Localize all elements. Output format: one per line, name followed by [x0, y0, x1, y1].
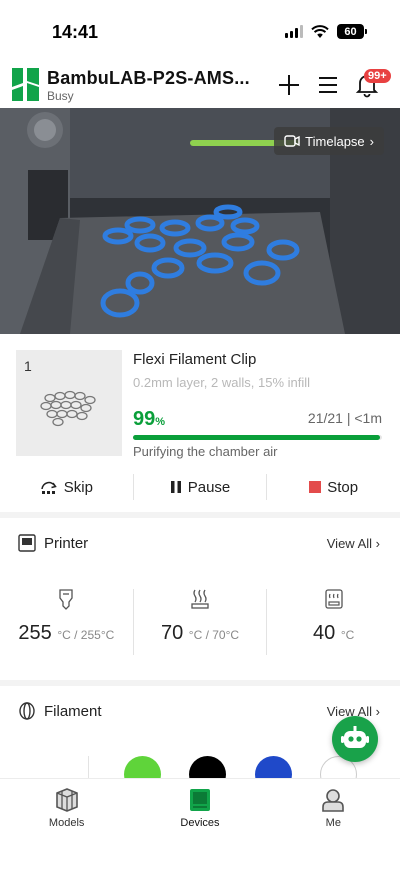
status-time: 14:41 [52, 22, 99, 42]
timelapse-button[interactable]: Timelapse › [274, 127, 384, 155]
profile-icon [322, 789, 345, 812]
job-stage: Purifying the chamber air [133, 444, 278, 459]
printer-section-title: Printer [44, 535, 89, 552]
nav-devices-label: Devices [180, 817, 220, 829]
printer-icon [18, 534, 36, 552]
progress-bar [133, 435, 382, 440]
temperature-panel: 255 °C / 255°C 70 °C / 70°C 40 °C [0, 584, 400, 680]
filament-section-title: Filament [44, 703, 102, 720]
chamber-temp-value: 40 [313, 622, 336, 644]
heatbed-icon [191, 589, 209, 609]
chamber-temp[interactable]: 40 °C [267, 584, 400, 680]
assistant-fab[interactable] [332, 716, 378, 762]
menu-icon[interactable] [315, 72, 341, 98]
progress-fill [133, 435, 380, 440]
nozzle-temp-value: 255 [18, 622, 52, 644]
plate-number: 1 [24, 358, 32, 374]
chamber-icon [325, 589, 343, 609]
pause-label: Pause [187, 478, 231, 496]
printer-view-all-link[interactable]: View All › [327, 536, 380, 551]
signal-icon [285, 25, 303, 38]
notification-badge: 99+ [364, 69, 391, 83]
layer-count: 21/21 | <1m [307, 410, 382, 426]
device-header: BambuLAB-P2S-AMS... Busy 99+ [0, 62, 400, 108]
video-camera-icon [284, 135, 300, 147]
chamber-temp-unit: °C [340, 628, 355, 642]
robot-icon [341, 726, 369, 748]
wifi-icon [311, 24, 329, 38]
nav-me[interactable]: Me [267, 779, 400, 869]
printer-section-header: Printer View All › [0, 518, 400, 570]
pause-button[interactable]: Pause [134, 479, 267, 496]
job-thumbnail[interactable]: 1 [16, 350, 122, 456]
skip-button[interactable]: Skip [0, 479, 133, 496]
nozzle-temp-unit: °C / 255°C [57, 628, 115, 642]
bambu-logo-icon [12, 68, 39, 101]
devices-icon [189, 789, 210, 811]
nav-models[interactable]: Models [0, 779, 133, 869]
bed-temp-unit: °C / 70°C [188, 628, 240, 642]
nozzle-temp[interactable]: 255 °C / 255°C [0, 584, 133, 680]
nav-devices[interactable]: Devices [133, 779, 266, 869]
job-actions: Skip Pause Stop [0, 472, 400, 502]
skip-label: Skip [63, 478, 93, 496]
camera-view[interactable]: Timelapse › [0, 108, 400, 334]
job-settings: 0.2mm layer, 2 walls, 15% infill [133, 375, 311, 390]
stop-button[interactable]: Stop [267, 479, 400, 496]
nozzle-icon [59, 589, 73, 610]
job-title: Flexi Filament Clip [133, 351, 257, 368]
device-name[interactable]: BambuLAB-P2S-AMS... [47, 68, 250, 89]
skip-icon [40, 481, 57, 494]
bed-temp[interactable]: 70 °C / 70°C [134, 584, 267, 680]
status-icons: 60 [285, 24, 367, 39]
pause-icon [170, 481, 181, 493]
bottom-nav: Models Devices Me [0, 778, 400, 869]
status-bar: 14:41 60 [0, 0, 400, 62]
stop-icon [309, 481, 322, 493]
add-icon[interactable] [276, 72, 302, 98]
nav-models-label: Models [48, 817, 85, 829]
device-status: Busy [47, 89, 74, 103]
models-icon [55, 788, 78, 812]
timelapse-label: Timelapse [305, 133, 365, 149]
print-job-card: 1 Flexi Filament Clip 0.2mm layer, 2 wal… [0, 334, 400, 512]
nav-me-label: Me [325, 817, 341, 829]
chevron-right-icon: › [369, 133, 374, 149]
battery-icon: 60 [337, 24, 367, 39]
bed-temp-value: 70 [160, 622, 184, 644]
stop-label: Stop [327, 478, 359, 496]
progress-percent: 99% [133, 408, 166, 430]
filament-spool-icon [19, 702, 35, 720]
